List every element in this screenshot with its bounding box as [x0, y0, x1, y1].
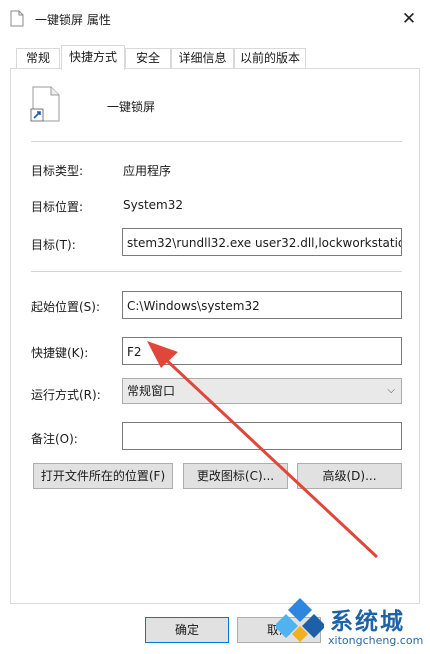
- start-in-input[interactable]: C:\Windows\system32: [122, 291, 402, 319]
- target-type-label: 目标类型:: [31, 164, 84, 178]
- separator: [31, 271, 402, 272]
- tab-shortcut[interactable]: 快捷方式: [61, 45, 125, 70]
- chevron-down-icon: ⌵: [387, 385, 395, 396]
- tab-previous-versions[interactable]: 以前的版本: [234, 48, 306, 68]
- ok-button[interactable]: 确定: [145, 617, 229, 643]
- target-location-label: 目标位置:: [31, 200, 84, 214]
- watermark-text: 系统城: [330, 609, 405, 635]
- run-label: 运行方式(R):: [31, 388, 101, 402]
- run-select-value: 常规窗口: [127, 384, 176, 398]
- target-label: 目标(T):: [31, 238, 76, 252]
- comment-label: 备注(O):: [31, 432, 78, 446]
- shortcut-file-icon: [30, 86, 60, 122]
- document-icon: [10, 10, 24, 27]
- shortcut-name: 一键锁屏: [107, 100, 156, 114]
- tab-security[interactable]: 安全: [125, 48, 171, 68]
- target-input[interactable]: stem32\rundll32.exe user32.dll,lockworks…: [122, 228, 402, 256]
- window-title: 一键锁屏 属性: [35, 13, 111, 27]
- tab-general[interactable]: 常规: [16, 48, 60, 68]
- close-icon: ✕: [401, 9, 417, 29]
- run-select[interactable]: 常规窗口 ⌵: [122, 378, 402, 404]
- watermark-url: xitongcheng.com: [328, 634, 424, 647]
- advanced-button[interactable]: 高级(D)...: [297, 463, 402, 489]
- shortcut-key-input[interactable]: F2: [122, 337, 402, 365]
- title-bar: 一键锁屏 属性 ✕: [0, 0, 430, 38]
- start-in-label: 起始位置(S):: [31, 300, 101, 314]
- open-file-location-button[interactable]: 打开文件所在的位置(F): [33, 463, 173, 489]
- tab-details[interactable]: 详细信息: [171, 48, 234, 68]
- change-icon-button[interactable]: 更改图标(C)...: [183, 463, 288, 489]
- close-button[interactable]: ✕: [396, 6, 422, 32]
- watermark-logo-icon: [276, 598, 324, 642]
- target-location-value: System32: [123, 198, 184, 212]
- shortcut-key-label: 快捷键(K):: [31, 346, 89, 360]
- separator: [31, 141, 402, 142]
- shortcut-panel: [10, 68, 420, 604]
- comment-input[interactable]: [122, 422, 402, 450]
- target-type-value: 应用程序: [123, 164, 172, 178]
